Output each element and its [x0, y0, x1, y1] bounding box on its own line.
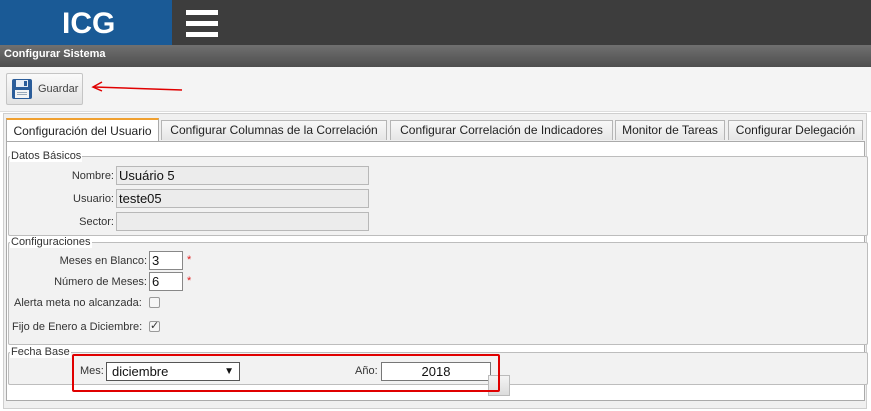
required-mark: *	[187, 254, 192, 266]
configuraciones-legend: Configuraciones	[10, 236, 92, 248]
floppy-disk-icon	[12, 79, 32, 99]
sector-field	[116, 212, 369, 231]
numero-meses-label: Número de Meses:	[54, 276, 147, 288]
page-title: Configurar Sistema	[0, 45, 871, 67]
tab-configurar-delegacion[interactable]: Configurar Delegación	[728, 120, 863, 140]
fecha-base-legend: Fecha Base	[10, 346, 71, 358]
nombre-label: Nombre:	[71, 170, 114, 182]
nombre-field: Usuário 5	[116, 166, 369, 185]
tab-configurar-columnas[interactable]: Configurar Columnas de la Correlación	[161, 120, 387, 140]
save-button[interactable]: Guardar	[6, 73, 83, 105]
sector-label: Sector:	[79, 216, 114, 228]
tab-configurar-correlacion[interactable]: Configurar Correlación de Indicadores	[390, 120, 613, 140]
toolbar: Guardar	[0, 67, 871, 112]
meses-blanco-input[interactable]: 3	[149, 251, 183, 270]
alerta-meta-checkbox[interactable]	[149, 297, 160, 308]
year-spinner[interactable]	[488, 375, 510, 396]
tab-monitor-tareas[interactable]: Monitor de Tareas	[615, 120, 725, 140]
numero-meses-input[interactable]: 6	[149, 272, 183, 291]
app-logo[interactable]: ICG	[0, 0, 172, 45]
alerta-meta-label: Alerta meta no alcanzada:	[14, 297, 142, 309]
fijo-enero-label: Fijo de Enero a Diciembre:	[12, 321, 143, 333]
month-select-value: diciembre	[112, 364, 169, 379]
usuario-field: teste05	[116, 189, 369, 208]
required-mark: *	[187, 275, 192, 287]
annotation-arrow-icon	[91, 81, 183, 92]
tab-configuracion-usuario[interactable]: Configuración del Usuario	[6, 118, 159, 142]
anio-label: Año:	[355, 365, 378, 377]
mes-label: Mes:	[80, 365, 104, 377]
fijo-enero-checkbox[interactable]	[149, 319, 160, 332]
datos-basicos-legend: Datos Básicos	[10, 150, 83, 162]
meses-blanco-label: Meses en Blanco:	[59, 255, 147, 267]
dropdown-arrow-icon: ▼	[224, 366, 234, 377]
hamburger-menu-icon[interactable]	[186, 10, 218, 37]
usuario-label: Usuario:	[73, 193, 114, 205]
month-select[interactable]: diciembre ▼	[106, 362, 240, 381]
year-input[interactable]: 2018	[381, 362, 491, 381]
save-button-label: Guardar	[38, 83, 79, 95]
